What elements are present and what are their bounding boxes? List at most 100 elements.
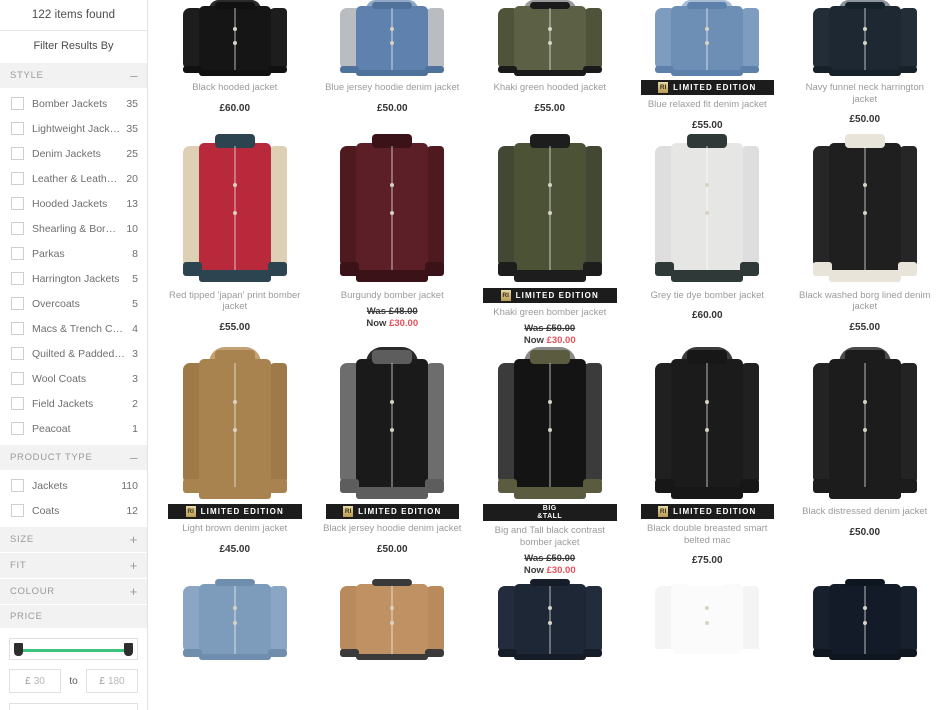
product-image[interactable]: [497, 347, 602, 502]
product-thumbnail[interactable]: [160, 347, 310, 502]
product-card[interactable]: RI LIMITED EDITION Khaki green bomber jack…: [471, 130, 629, 348]
facet-header-product-type[interactable]: PRODUCT TYPE –: [0, 444, 147, 470]
product-image[interactable]: [340, 0, 445, 78]
product-card[interactable]: [314, 577, 472, 695]
product-thumbnail[interactable]: [790, 577, 936, 662]
product-image[interactable]: [340, 131, 445, 286]
product-thumbnail[interactable]: [317, 347, 467, 502]
product-title[interactable]: Grey tie dye bomber jacket: [633, 286, 783, 302]
facet-header-price[interactable]: PRICE: [0, 604, 147, 628]
product-title[interactable]: Black washed borg lined denim jacket: [790, 286, 936, 313]
product-thumbnail[interactable]: [160, 0, 310, 78]
product-thumbnail[interactable]: [317, 0, 467, 78]
product-thumbnail[interactable]: [475, 130, 625, 286]
product-title[interactable]: Light brown denim jacket: [160, 519, 310, 535]
product-title[interactable]: Black distressed denim jacket: [790, 502, 936, 518]
product-image[interactable]: [655, 131, 760, 286]
product-thumbnail[interactable]: [475, 0, 625, 78]
product-card[interactable]: RI LIMITED EDITION Black jersey hoodie den…: [314, 347, 472, 577]
product-card[interactable]: Burgundy bomber jacket Was £48.00 Now £30.…: [314, 130, 472, 348]
product-image[interactable]: [497, 577, 602, 662]
facet-checkbox[interactable]: [11, 397, 24, 410]
facet-checkbox[interactable]: [11, 322, 24, 335]
product-title[interactable]: Burgundy bomber jacket: [318, 286, 468, 302]
product-card[interactable]: Blue jersey hoodie denim jacket £50.00: [314, 0, 472, 131]
facet-option[interactable]: Field Jackets 2: [0, 391, 147, 416]
facet-checkbox[interactable]: [11, 222, 24, 235]
product-thumbnail[interactable]: [317, 130, 467, 286]
product-title[interactable]: Khaki green hooded jacket: [475, 78, 625, 94]
product-thumbnail[interactable]: [475, 347, 625, 502]
facet-header-colour[interactable]: COLOUR +: [0, 578, 147, 604]
product-image[interactable]: [655, 577, 760, 662]
facet-checkbox[interactable]: [11, 504, 24, 517]
product-image[interactable]: [340, 577, 445, 662]
product-title[interactable]: Big and Tall black contrast bomber jacke…: [475, 521, 625, 548]
facet-checkbox[interactable]: [11, 197, 24, 210]
facet-checkbox[interactable]: [11, 122, 24, 135]
product-image[interactable]: [655, 347, 760, 502]
facet-checkbox[interactable]: [11, 97, 24, 110]
facet-checkbox[interactable]: [11, 372, 24, 385]
product-thumbnail[interactable]: [160, 130, 310, 286]
product-card[interactable]: BIG &TALL Big and Tall black contrast bomb…: [471, 347, 629, 577]
product-card[interactable]: Navy funnel neck harrington jacket £50.00: [786, 0, 936, 131]
product-thumbnail[interactable]: [160, 577, 310, 662]
facet-option[interactable]: Jackets 110: [0, 473, 147, 498]
facet-header-style[interactable]: STYLE –: [0, 62, 147, 88]
price-min-input[interactable]: £ 30: [9, 669, 61, 693]
product-image[interactable]: [655, 0, 760, 78]
product-card[interactable]: [156, 577, 314, 695]
product-card[interactable]: [629, 577, 787, 695]
product-card[interactable]: [786, 577, 936, 695]
product-title[interactable]: Navy funnel neck harrington jacket: [790, 78, 936, 105]
facet-checkbox[interactable]: [11, 172, 24, 185]
product-title[interactable]: [790, 662, 936, 675]
product-thumbnail[interactable]: [632, 0, 782, 78]
product-image[interactable]: [812, 0, 917, 78]
product-title[interactable]: Blue relaxed fit denim jacket: [633, 95, 783, 111]
product-image[interactable]: [182, 131, 287, 286]
product-image[interactable]: [812, 577, 917, 662]
product-card[interactable]: Khaki green hooded jacket £55.00: [471, 0, 629, 131]
price-slider-handle-min[interactable]: [14, 643, 23, 656]
product-image[interactable]: [182, 347, 287, 502]
price-slider-handle-max[interactable]: [124, 643, 133, 656]
expand-icon[interactable]: +: [130, 559, 138, 572]
facet-option[interactable]: Macs & Trench Coats 4: [0, 316, 147, 341]
update-price-button[interactable]: Update Price: [9, 703, 138, 710]
expand-icon[interactable]: +: [130, 585, 138, 598]
product-title[interactable]: [475, 662, 625, 675]
facet-option[interactable]: Quilted & Padded Jac... 3: [0, 341, 147, 366]
facet-checkbox[interactable]: [11, 147, 24, 160]
product-image[interactable]: [182, 0, 287, 78]
product-image[interactable]: [340, 347, 445, 502]
facet-option[interactable]: Parkas 8: [0, 241, 147, 266]
product-thumbnail[interactable]: [790, 130, 936, 286]
facet-option[interactable]: Lightweight Jackets 35: [0, 116, 147, 141]
product-card[interactable]: [471, 577, 629, 695]
product-title[interactable]: Black double breasted smart belted mac: [633, 519, 783, 546]
facet-checkbox[interactable]: [11, 347, 24, 360]
collapse-icon[interactable]: –: [130, 451, 138, 464]
product-image[interactable]: [182, 577, 287, 662]
facet-option[interactable]: Hooded Jackets 13: [0, 191, 147, 216]
product-title[interactable]: Red tipped 'japan' print bomber jacket: [160, 286, 310, 313]
product-title[interactable]: Black hooded jacket: [160, 78, 310, 94]
product-card[interactable]: RI LIMITED EDITION Black double breasted s…: [629, 347, 787, 577]
facet-checkbox[interactable]: [11, 247, 24, 260]
product-image[interactable]: [812, 131, 917, 286]
facet-option[interactable]: Harrington Jackets 5: [0, 266, 147, 291]
product-card[interactable]: RI LIMITED EDITION Light brown denim jacke…: [156, 347, 314, 577]
product-image[interactable]: [497, 0, 602, 78]
price-slider[interactable]: [9, 638, 138, 660]
product-image[interactable]: [497, 131, 602, 286]
expand-icon[interactable]: +: [130, 533, 138, 546]
product-thumbnail[interactable]: [317, 577, 467, 662]
product-card[interactable]: RI LIMITED EDITION Blue relaxed fit denim …: [629, 0, 787, 131]
price-max-input[interactable]: £ 180: [86, 669, 138, 693]
product-thumbnail[interactable]: [790, 347, 936, 502]
product-card[interactable]: Black hooded jacket £60.00: [156, 0, 314, 131]
product-card[interactable]: Black distressed denim jacket £50.00: [786, 347, 936, 577]
product-image[interactable]: [812, 347, 917, 502]
